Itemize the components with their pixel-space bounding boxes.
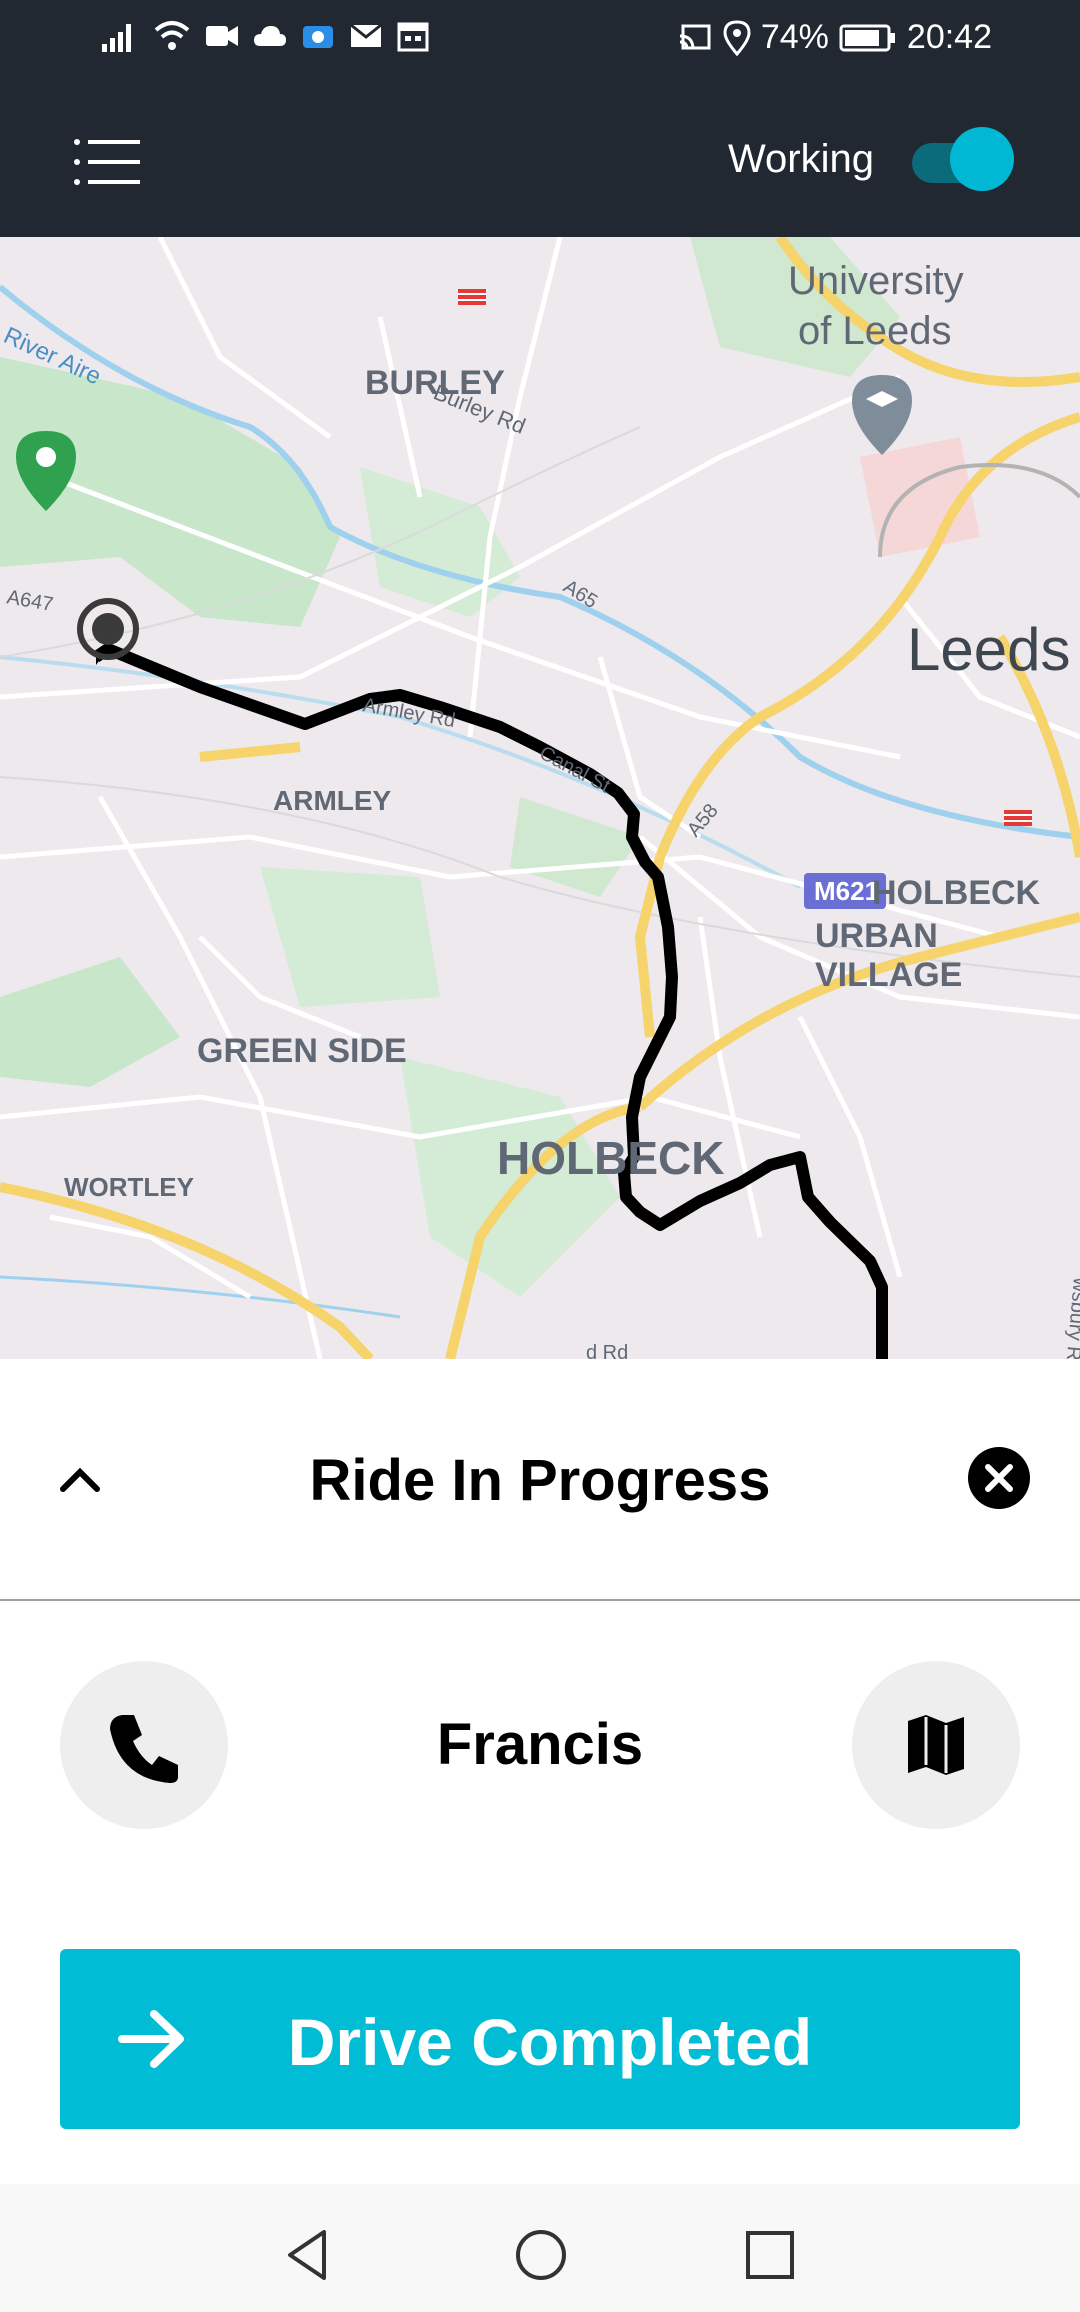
menu-icon[interactable]: [72, 132, 142, 192]
station-marker: [1004, 810, 1032, 826]
map-label-holbeck-urban: HOLBECK: [872, 874, 1041, 912]
notification-icon: [303, 26, 333, 48]
battery-percent: 74%: [760, 18, 829, 56]
university-pin: [852, 375, 912, 455]
map-icon: [908, 1715, 964, 1775]
stream-line: [0, 1275, 401, 1319]
map-label-green-side: GREEN SIDE: [197, 1032, 407, 1070]
map-label-urban-village: URBAN VILLAGE: [815, 917, 963, 994]
open-map-button[interactable]: [852, 1661, 1020, 1829]
calendar-icon: [397, 22, 429, 52]
map-label-university: University: [788, 259, 964, 303]
close-icon: [985, 1464, 1013, 1492]
cloud-icon: [254, 26, 286, 46]
route-start-dot: [92, 613, 124, 645]
map-label-holbeck: HOLBECK: [497, 1132, 725, 1184]
ride-status-title: Ride In Progress: [309, 1448, 771, 1513]
map-label-a647: A647: [5, 586, 55, 616]
map-view[interactable]: River Aire Burley Rd A647 A65 Armley Rd …: [0, 237, 1080, 1359]
drive-completed-button[interactable]: Drive Completed: [60, 1949, 1020, 2129]
home-icon[interactable]: [514, 2228, 568, 2282]
battery-icon: [839, 24, 895, 51]
status-bar: 74% 20:42: [0, 0, 1080, 82]
drive-completed-label: Drive Completed: [287, 2005, 813, 2079]
map-label-armley: ARMLEY: [273, 785, 392, 816]
recents-icon[interactable]: [744, 2228, 796, 2282]
close-button[interactable]: [968, 1447, 1030, 1509]
map-label-rd: d Rd: [586, 1342, 628, 1359]
map-label-wsbury: wsbury Rd: [1061, 1276, 1080, 1359]
back-icon[interactable]: [284, 2228, 334, 2282]
park-area: [360, 467, 520, 617]
station-marker: [458, 289, 486, 305]
status-icons-left: [100, 18, 430, 54]
map-label-of-leeds: of Leeds: [798, 309, 952, 353]
ride-sheet: Ride In Progress Francis Drive Completed: [0, 1359, 1080, 2184]
app-bar: Working: [0, 82, 1080, 237]
park-area: [510, 797, 640, 897]
mail-icon: [350, 23, 382, 47]
map-label-leeds: Leeds: [907, 616, 1071, 683]
clock: 20:42: [906, 18, 992, 56]
toggle-thumb: [950, 127, 1014, 191]
working-toggle[interactable]: [912, 127, 1014, 195]
sheet-header: Ride In Progress: [0, 1359, 1080, 1601]
status-icons-right: 74% 20:42: [677, 18, 992, 57]
park-area: [260, 867, 440, 1007]
wifi-icon: [154, 21, 190, 50]
system-nav-bar: [0, 2184, 1080, 2312]
map-label-wortley: WORTLEY: [64, 1172, 194, 1202]
video-icon: [206, 26, 238, 46]
park-area: [0, 957, 180, 1087]
location-icon: [723, 19, 751, 56]
working-label: Working: [728, 137, 874, 181]
map-label-m621: M621: [814, 876, 879, 906]
map-label-burley: BURLEY: [365, 364, 505, 402]
cast-icon: [679, 24, 711, 49]
signal-icon: [102, 24, 131, 52]
